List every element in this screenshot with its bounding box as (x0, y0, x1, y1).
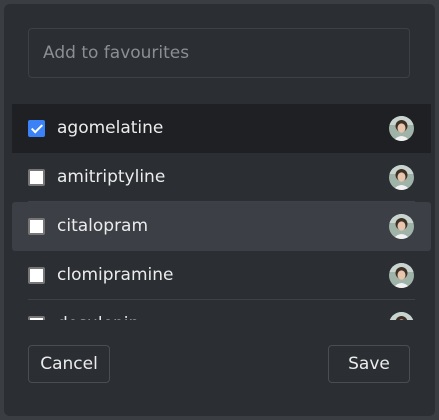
save-button[interactable]: Save (328, 345, 410, 383)
cancel-button[interactable]: Cancel (28, 345, 110, 383)
list-item-agomelatine[interactable]: agomelatine (12, 104, 431, 153)
checkbox[interactable] (28, 169, 45, 186)
checkbox[interactable] (28, 120, 45, 137)
checkbox[interactable] (28, 316, 45, 320)
list-item-label: amitriptyline (57, 167, 166, 187)
list-item-dosulepin[interactable]: dosulepin (12, 300, 431, 320)
list-item-label: dosulepin (57, 314, 139, 320)
avatar-icon (389, 116, 414, 141)
favourites-search-input[interactable] (28, 28, 410, 78)
list-item-label: agomelatine (57, 118, 164, 138)
favourites-dialog: agomelatine amitriptyline (4, 4, 435, 416)
list-item-amitriptyline[interactable]: amitriptyline (12, 153, 431, 202)
list-item-citalopram[interactable]: citalopram (12, 202, 431, 251)
list-item-label: citalopram (57, 216, 149, 236)
avatar-icon (389, 214, 414, 239)
checkbox[interactable] (28, 218, 45, 235)
medication-list: agomelatine amitriptyline citalopram clo… (12, 104, 431, 320)
avatar-icon (389, 312, 414, 320)
list-item-clomipramine[interactable]: clomipramine (12, 251, 431, 300)
avatar-icon (389, 165, 414, 190)
avatar-icon (389, 263, 414, 288)
list-item-label: clomipramine (57, 265, 174, 285)
checkbox[interactable] (28, 267, 45, 284)
